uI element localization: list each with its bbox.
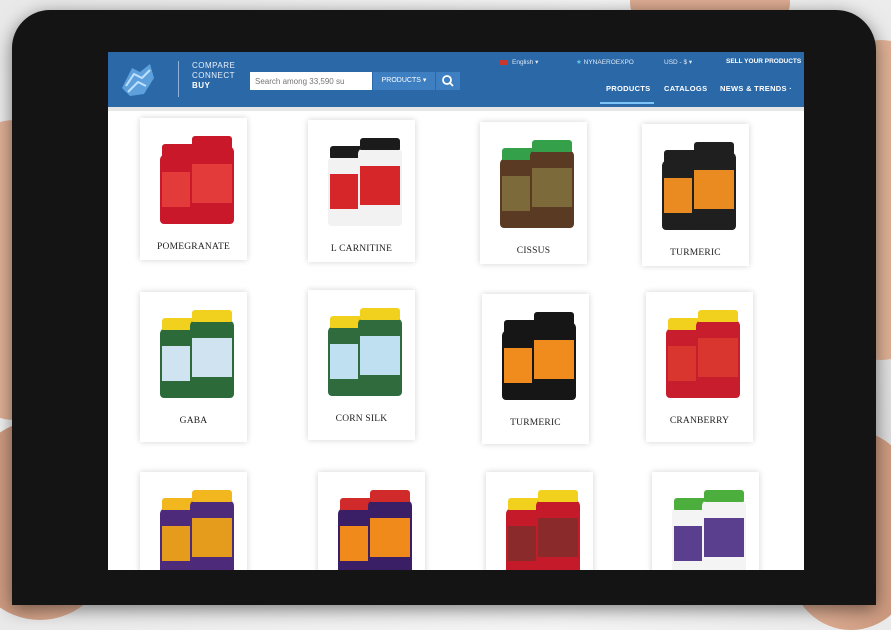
supplement-bottle xyxy=(532,312,576,400)
product-name[interactable]: CRANBERRY xyxy=(646,416,753,426)
bottle-cap xyxy=(370,490,410,502)
search-category-dropdown[interactable]: PRODUCTS ▾ xyxy=(373,72,435,90)
currency-selector[interactable]: USD - $ ▾ xyxy=(664,58,692,66)
bottle-label xyxy=(192,164,232,203)
expo-label: NYNAEROEXPO xyxy=(583,59,634,66)
bottle-cap xyxy=(192,490,232,502)
product-image[interactable] xyxy=(314,296,409,401)
bottle-cap xyxy=(360,308,400,320)
star-icon: ★ xyxy=(576,59,582,66)
search-icon xyxy=(442,75,454,87)
supplement-bottle xyxy=(368,490,412,578)
bottle-cap xyxy=(704,490,744,502)
bottle-label xyxy=(192,338,232,377)
bottle-label xyxy=(360,336,400,375)
bottle-cap xyxy=(538,490,578,502)
flag-icon xyxy=(500,59,508,65)
bottle-cap xyxy=(192,310,232,322)
product-name[interactable]: L CARNITINE xyxy=(308,244,415,254)
product-card[interactable]: CORN SILK xyxy=(308,290,415,440)
bottle-cap xyxy=(192,136,232,148)
product-image[interactable] xyxy=(314,126,409,231)
active-nav-indicator xyxy=(600,102,654,104)
product-image[interactable] xyxy=(146,478,241,580)
bottle-label xyxy=(534,340,574,379)
sell-products-link[interactable]: SELL YOUR PRODUCTS xyxy=(726,58,801,65)
header-shadow xyxy=(108,107,804,111)
product-image[interactable] xyxy=(492,478,587,580)
language-label: English ▾ xyxy=(512,59,539,66)
product-image[interactable] xyxy=(324,478,419,580)
tablet-device: COMPARE CONNECT BUY PRODUCTS ▾ English ▾… xyxy=(12,10,876,605)
bottle-label xyxy=(532,168,572,207)
product-card[interactable]: TURMERIC xyxy=(642,124,749,266)
bottle-cap xyxy=(694,142,734,154)
supplement-bottle xyxy=(190,490,234,578)
product-name[interactable]: TURMERIC xyxy=(482,418,589,428)
site-header: COMPARE CONNECT BUY PRODUCTS ▾ English ▾… xyxy=(108,52,804,107)
supplement-bottle xyxy=(190,136,234,224)
supplement-bottle xyxy=(358,308,402,396)
supplement-bottle xyxy=(536,490,580,578)
search-input[interactable] xyxy=(250,72,372,90)
brand-line-buy: BUY xyxy=(192,81,211,90)
supplement-bottle xyxy=(358,138,402,226)
product-card[interactable]: TURMERIC xyxy=(482,294,589,444)
bottle-cap xyxy=(698,310,738,322)
bottle-cap xyxy=(532,140,572,152)
product-name[interactable]: TURMERIC xyxy=(642,248,749,258)
product-name[interactable]: CISSUS xyxy=(480,246,587,256)
bottle-label xyxy=(538,518,578,557)
bottle-label xyxy=(698,338,738,377)
supplement-bottle xyxy=(696,310,740,398)
product-card[interactable]: CISSUS xyxy=(480,122,587,264)
supplement-bottle xyxy=(530,140,574,228)
bottle-cap xyxy=(360,138,400,150)
product-image[interactable] xyxy=(652,298,747,403)
nav-products[interactable]: PRODUCTS xyxy=(606,84,651,93)
bottle-label xyxy=(192,518,232,557)
product-image[interactable] xyxy=(648,130,743,235)
bottle-label xyxy=(360,166,400,205)
product-card[interactable]: L CARNITINE xyxy=(308,120,415,262)
product-card[interactable]: CRANBERRY xyxy=(646,292,753,442)
product-image[interactable] xyxy=(146,124,241,229)
nav-catalogs[interactable]: CATALOGS xyxy=(664,84,707,93)
nav-news-trends[interactable]: NEWS & TRENDS · xyxy=(720,84,792,93)
brand-name[interactable]: COMPARE CONNECT BUY xyxy=(192,61,235,91)
product-name[interactable]: POMEGRANATE xyxy=(140,242,247,252)
product-card[interactable] xyxy=(652,472,759,580)
bottle-label xyxy=(704,518,744,557)
tablet-screen: COMPARE CONNECT BUY PRODUCTS ▾ English ▾… xyxy=(108,52,804,580)
product-card[interactable] xyxy=(318,472,425,580)
handshake-logo-icon[interactable] xyxy=(116,58,158,102)
bottle-label xyxy=(694,170,734,209)
brand-line-compare: COMPARE xyxy=(192,61,236,70)
search-button[interactable] xyxy=(436,72,460,90)
product-card[interactable]: GABA xyxy=(140,292,247,442)
product-card[interactable]: POMEGRANATE xyxy=(140,118,247,260)
supplement-bottle xyxy=(190,310,234,398)
expo-link[interactable]: ★ NYNAEROEXPO xyxy=(576,58,634,66)
tablet-bezel-bottom xyxy=(12,570,876,600)
product-image[interactable] xyxy=(486,128,581,233)
product-card[interactable] xyxy=(486,472,593,580)
language-selector[interactable]: English ▾ xyxy=(500,58,538,66)
product-image[interactable] xyxy=(146,298,241,403)
supplement-bottle xyxy=(702,490,746,578)
bottle-cap xyxy=(534,312,574,324)
bottle-label xyxy=(370,518,410,557)
logo-divider xyxy=(178,61,179,97)
brand-line-connect: CONNECT xyxy=(192,71,236,80)
product-name[interactable]: GABA xyxy=(140,416,247,426)
supplement-bottle xyxy=(692,142,736,230)
product-card[interactable] xyxy=(140,472,247,580)
product-name[interactable]: CORN SILK xyxy=(308,414,415,424)
product-image[interactable] xyxy=(488,300,583,405)
product-image[interactable] xyxy=(658,478,753,580)
